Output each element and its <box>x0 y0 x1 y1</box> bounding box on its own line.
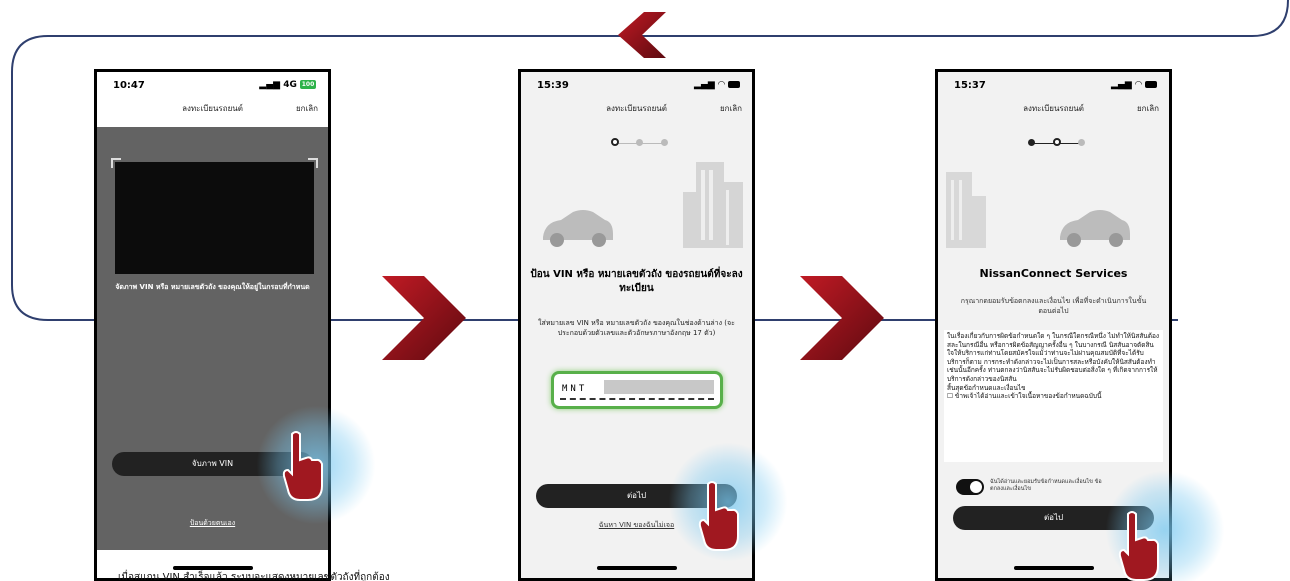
chevron-left-icon <box>618 12 666 58</box>
cancel-button[interactable]: ยกเลิก <box>1137 102 1159 115</box>
vin-redacted <box>604 380 714 394</box>
battery-icon <box>1145 81 1157 88</box>
camera-viewfinder <box>111 158 318 274</box>
caption: เมื่อสแกน VIN สำเร็จแล้ว ระบบจะแสดงหมายเ… <box>118 572 390 581</box>
car-illustration <box>946 172 1130 248</box>
hand-pointer-icon <box>698 481 739 551</box>
step-dot <box>1053 138 1061 146</box>
page-title: ลงทะเบียนรถยนต์ <box>182 104 243 113</box>
terms-heading: NissanConnect Services <box>979 267 1128 280</box>
cancel-button[interactable]: ยกเลิก <box>296 102 318 115</box>
chevron-right-icon <box>382 276 466 360</box>
page-title: ลงทะเบียนรถยนต์ <box>1023 104 1084 113</box>
progress-steps <box>521 138 752 148</box>
tutorial-stage: 10:47 ▂▄▆ 4G 100 ลงทะเบียนรถยนต์ ยกเลิก … <box>0 0 1290 581</box>
agree-toggle-label: ฉันได้อ่านและยอมรับข้อกำหนดและเงื่อนไข ข… <box>990 479 1102 492</box>
step-dot <box>636 139 643 146</box>
scan-instruction: จัดภาพ VIN หรือ หมายเลขตัวถัง ของคุณให้อ… <box>115 283 310 291</box>
enter-vin-heading: ป้อน VIN หรือ หมายเลขตัวถัง ของรถยนต์ที่… <box>530 269 743 294</box>
terms-ack-checkbox[interactable]: ☐ ข้าพเจ้าได้อ่านและเข้าใจเนื้อหาของข้อก… <box>947 392 1160 401</box>
step-dot <box>611 138 619 146</box>
battery-icon <box>728 81 740 88</box>
step-dot <box>661 139 668 146</box>
step-dot <box>1078 139 1085 146</box>
signal-icon: ▂▄▆ 4G 100 <box>259 80 316 90</box>
progress-steps <box>938 138 1169 148</box>
home-indicator <box>596 566 677 570</box>
page-title: ลงทะเบียนรถยนต์ <box>606 104 667 113</box>
terms-scroll[interactable]: ในเรื่องเกี่ยวกับการผิดข้อกำหนดใด ๆ ในกร… <box>944 330 1163 462</box>
status-time: 15:37 <box>954 80 986 91</box>
wifi-icon: ▂▄▆ ◠ <box>1111 80 1157 90</box>
car-illustration <box>543 162 743 248</box>
battery-icon: 100 <box>300 80 316 89</box>
status-time: 10:47 <box>113 80 145 91</box>
chevron-right-icon <box>800 276 884 360</box>
step-dot <box>1028 139 1035 146</box>
home-indicator <box>1013 566 1094 570</box>
vin-input[interactable]: MNT <box>551 371 723 409</box>
wifi-icon: ▂▄▆ ◠ <box>694 80 740 90</box>
status-time: 15:39 <box>537 80 569 91</box>
cancel-button[interactable]: ยกเลิก <box>720 102 742 115</box>
hand-pointer-icon <box>282 431 323 501</box>
agree-toggle[interactable] <box>956 479 984 495</box>
enter-vin-body: ใส่หมายเลข VIN หรือ หมายเลขตัวถัง ของคุณ… <box>538 319 735 337</box>
hand-pointer-icon <box>1118 511 1159 581</box>
terms-subheading: กรุณากดยอมรับข้อตกลงและเงื่อนไข เพื่อที่… <box>960 297 1147 315</box>
